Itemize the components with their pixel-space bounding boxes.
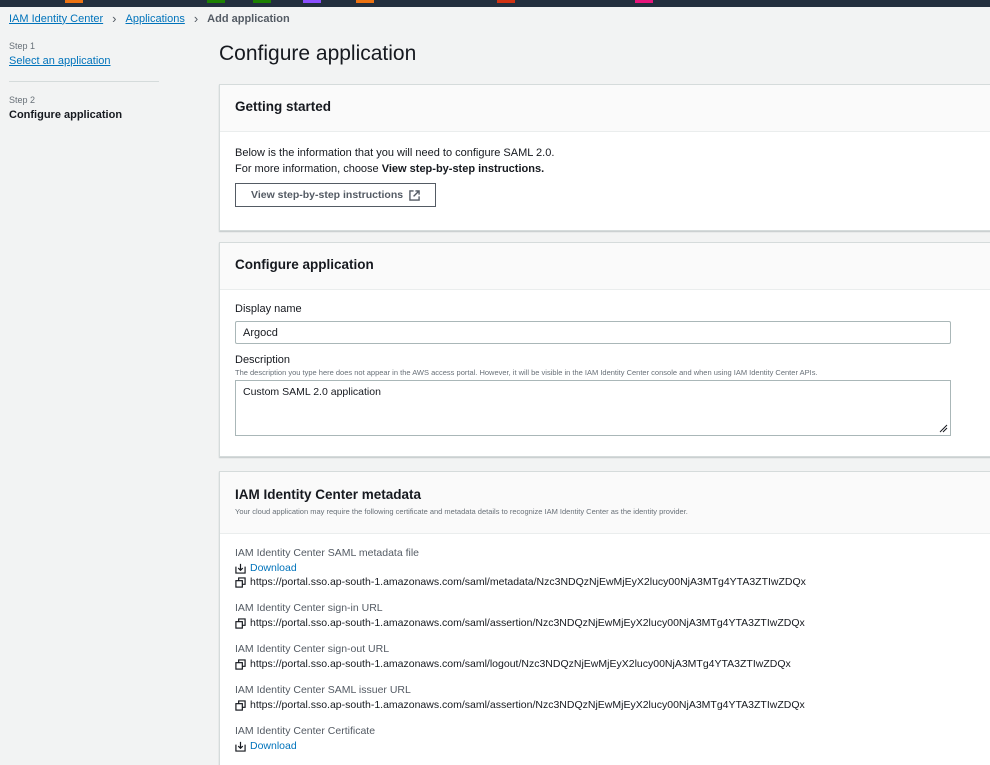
metadata-file-label: IAM Identity Center SAML metadata file — [235, 547, 420, 559]
step-2-title: Configure application — [9, 109, 123, 121]
view-instructions-button[interactable]: View step-by-step instructions — [235, 183, 437, 207]
step-2-label: Step 2 — [9, 95, 36, 105]
panel-title: Configure application — [235, 257, 374, 272]
display-name-label: Display name — [235, 303, 302, 315]
step-1-label: Step 1 — [9, 41, 36, 51]
breadcrumb-current: Add application — [207, 12, 290, 25]
service-shortcut[interactable] — [635, 0, 653, 3]
signout-url-label: IAM Identity Center sign-out URL — [235, 643, 390, 655]
wizard-steps: Step 1 Select an application Step 2 Conf… — [9, 41, 159, 121]
display-name-input[interactable]: Argocd — [235, 321, 951, 344]
description-hint: The description you type here does not a… — [235, 368, 818, 377]
certificate-download-link[interactable]: Download — [250, 740, 297, 752]
copy-icon[interactable] — [235, 658, 246, 670]
configure-application-panel: Configure application Display name Argoc… — [219, 242, 990, 457]
metadata-panel: IAM Identity Center metadata Your cloud … — [219, 471, 990, 765]
signin-url-label: IAM Identity Center sign-in URL — [235, 602, 383, 614]
panel-title: IAM Identity Center metadata — [235, 487, 422, 502]
panel-subtitle: Your cloud application may require the f… — [235, 507, 688, 516]
step-1-link[interactable]: Select an application — [9, 55, 111, 67]
breadcrumb-applications[interactable]: Applications — [126, 13, 185, 25]
issuer-url-label: IAM Identity Center SAML issuer URL — [235, 684, 411, 696]
chevron-right-icon: › — [112, 11, 117, 26]
page-title: Configure application — [219, 42, 417, 65]
chevron-right-icon: › — [193, 11, 199, 26]
signout-url: https://portal.sso.ap-south-1.amazonaws.… — [250, 658, 791, 670]
service-shortcut[interactable] — [207, 0, 225, 3]
breadcrumb-iam-identity-center[interactable]: IAM Identity Center — [9, 13, 103, 25]
copy-icon[interactable] — [235, 576, 246, 588]
panel-title: Getting started — [235, 99, 332, 114]
description-textarea[interactable]: Custom SAML 2.0 application — [235, 380, 951, 436]
copy-icon[interactable] — [235, 699, 246, 711]
top-navigation-bar — [0, 0, 990, 7]
download-icon — [235, 563, 246, 574]
getting-started-panel: Getting started Below is the information… — [219, 84, 990, 231]
signin-url: https://portal.sso.ap-south-1.amazonaws.… — [250, 617, 805, 629]
resize-handle-icon[interactable] — [939, 424, 948, 433]
metadata-download-link[interactable]: Download — [250, 562, 297, 574]
service-shortcut[interactable] — [65, 0, 83, 3]
divider — [9, 81, 159, 82]
service-shortcut[interactable] — [497, 0, 515, 3]
external-link-icon — [409, 189, 420, 201]
service-shortcut[interactable] — [253, 0, 271, 3]
copy-icon[interactable] — [235, 617, 246, 629]
intro-line-1: Below is the information that you will n… — [235, 147, 555, 159]
intro-line-2: For more information, choose View step-b… — [235, 163, 545, 175]
breadcrumb: IAM Identity Center › Applications › Add… — [9, 11, 290, 26]
certificate-label: IAM Identity Center Certificate — [235, 725, 376, 737]
service-shortcut[interactable] — [303, 0, 321, 3]
issuer-url: https://portal.sso.ap-south-1.amazonaws.… — [250, 699, 805, 711]
download-icon — [235, 741, 246, 752]
description-label: Description — [235, 354, 291, 366]
service-shortcut[interactable] — [356, 0, 374, 3]
metadata-file-url: https://portal.sso.ap-south-1.amazonaws.… — [250, 576, 806, 588]
